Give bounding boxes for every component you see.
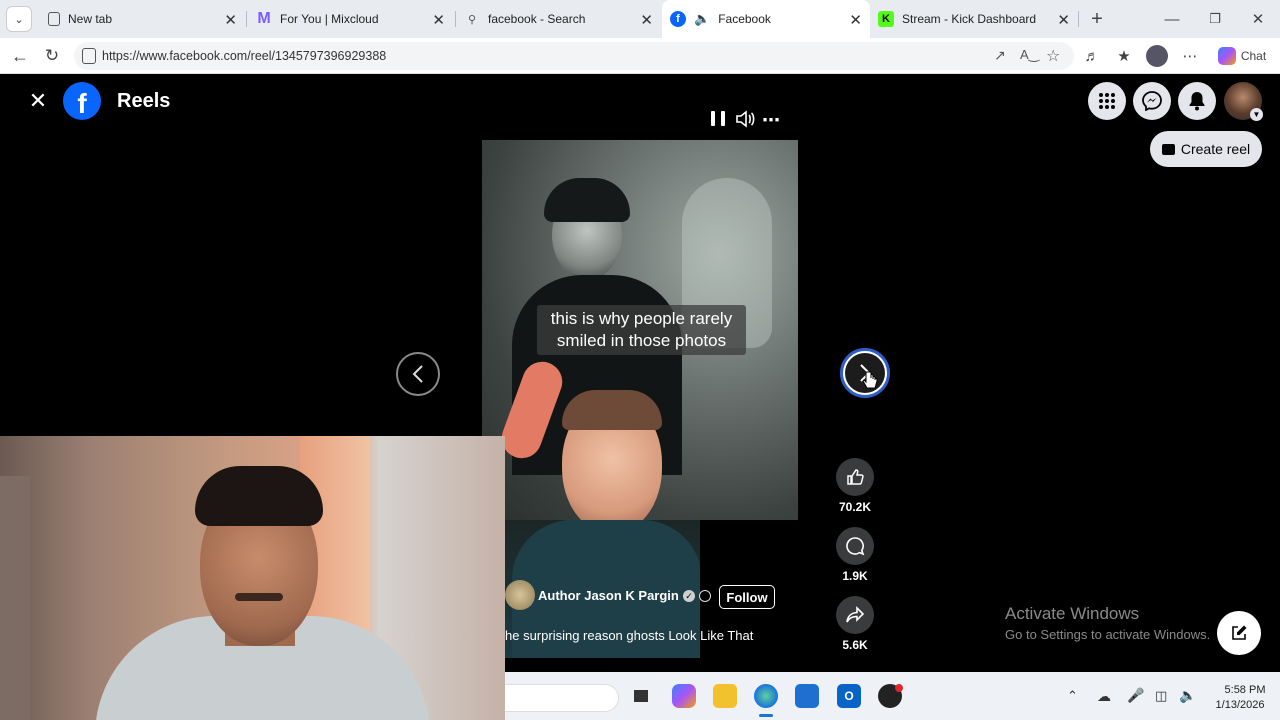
edge-active-indicator [759,714,773,717]
webcam-door [0,476,30,720]
like-count: 70.2K [838,500,872,514]
share-count: 5.6K [842,638,868,652]
microsoft-store-icon[interactable] [795,684,819,708]
tab-actions-icon[interactable]: ⌄ [6,6,32,32]
back-icon[interactable]: ← [8,44,32,68]
tab-label: Stream - Kick Dashboard [902,12,1037,26]
refresh-icon[interactable]: ↻ [40,44,64,68]
new-message-button[interactable] [1217,611,1261,655]
public-globe-icon [699,590,711,602]
recording-dot-icon [895,684,903,692]
show-hidden-icons[interactable]: ⌃ [1067,688,1078,704]
close-tab-icon[interactable]: ✕ [432,11,445,29]
webcam-person-hair [195,466,323,526]
author-avatar[interactable] [505,580,535,610]
tab-bar: ⌄ New tab ✕ M For You | Mixcloud ✕ ⚲ fac… [0,0,1280,38]
copilot-taskbar-icon[interactable] [672,684,696,708]
more-menu-icon[interactable]: ⋯ [1178,44,1202,68]
close-tab-icon[interactable]: ✕ [640,11,653,29]
account-chevron-icon[interactable]: ▼ [1250,108,1263,121]
network-icon[interactable]: ◫ [1155,688,1167,704]
video-more-icon[interactable]: ⋯ [762,110,780,131]
comment-count: 1.9K [842,569,868,583]
tab-new-tab[interactable]: New tab ✕ [40,4,245,34]
close-tab-icon[interactable]: ✕ [1057,11,1070,29]
close-tab-icon[interactable]: ✕ [849,11,862,29]
caption-line-2: smiled in those photos [556,331,727,350]
comment-button[interactable] [836,527,874,565]
like-button[interactable] [836,458,874,496]
profile-avatar[interactable] [1146,45,1168,67]
verified-badge-icon: ✓ [683,590,695,602]
edge-browser-icon[interactable] [754,684,778,708]
close-tab-icon[interactable]: ✕ [224,11,237,29]
taskbar-search-box[interactable] [505,684,619,712]
microphone-icon[interactable]: 🎤 [1127,687,1144,704]
tab-facebook[interactable]: f 🔈 Facebook ✕ [662,0,870,38]
webcam-person-mustache [235,593,283,601]
tab-label: For You | Mixcloud [280,12,379,26]
author-name[interactable]: Author Jason K Pargin [538,588,679,603]
create-reel-label: Create reel [1180,141,1251,157]
tab-label: facebook - Search [488,12,586,26]
reel-description: he surprising reason ghosts Look Like Th… [505,628,754,643]
task-view-icon[interactable] [629,684,653,708]
copilot-icon [1217,47,1236,65]
mouse-cursor-icon [862,370,878,395]
read-aloud-icon[interactable]: A‿ [1020,47,1039,63]
mixcloud-icon: M [257,10,271,27]
onedrive-icon[interactable]: ☁ [1097,688,1111,705]
previous-reel-button[interactable] [396,352,440,396]
menu-grid-icon[interactable] [1088,82,1126,120]
share-button[interactable] [836,596,874,634]
tab-mixcloud[interactable]: M For You | Mixcloud ✕ [248,4,453,34]
extensions-icon[interactable]: ♬ [1080,44,1104,68]
file-explorer-icon[interactable] [713,684,737,708]
favorite-star-icon[interactable]: ☆ [1046,46,1060,66]
url-field[interactable]: https://www.facebook.com/reel/1345797396… [74,42,1074,70]
close-reels-icon[interactable]: ✕ [26,88,50,113]
new-tab-icon[interactable]: + [1085,6,1109,32]
caption-line-1: this is why people rarely [550,309,733,328]
webcam-overlay [0,436,505,720]
copilot-chat-button[interactable]: Chat [1212,44,1272,68]
camera-icon [1161,143,1175,155]
open-in-app-icon[interactable]: ↗ [994,47,1006,64]
messenger-icon[interactable] [1133,82,1171,120]
volume-icon[interactable] [735,110,755,133]
speaker-icon[interactable]: 🔈 [1179,687,1196,704]
clock-time[interactable]: 5:58 PM [1217,684,1273,696]
tab-kick-dashboard[interactable]: K Stream - Kick Dashboard ✕ [870,4,1078,34]
pause-icon[interactable] [711,111,725,127]
outlook-icon[interactable]: O [837,684,861,708]
url-text: https://www.facebook.com/reel/1345797396… [102,49,387,63]
notifications-bell-icon[interactable] [1178,82,1216,120]
minimize-icon[interactable]: — [1160,6,1184,32]
search-icon: ⚲ [467,13,477,26]
close-window-icon[interactable]: ✕ [1246,6,1270,32]
activate-windows-title: Activate Windows [1005,604,1140,623]
tab-facebook-search[interactable]: ⚲ facebook - Search ✕ [456,4,661,34]
kick-icon: K [878,11,894,27]
clock-date[interactable]: 1/13/2026 [1207,699,1273,711]
create-reel-button[interactable]: Create reel [1150,131,1262,167]
audio-playing-icon: 🔈 [694,11,711,26]
follow-button[interactable]: Follow [719,585,775,609]
restore-icon[interactable]: ❐ [1203,6,1227,32]
favorites-icon[interactable]: ★ [1112,44,1136,68]
page-icon [48,12,60,26]
address-bar-row: ← ↻ https://www.facebook.com/reel/134579… [0,38,1280,74]
activate-windows-subtitle: Go to Settings to activate Windows. [1005,627,1211,642]
site-info-icon[interactable] [82,48,96,64]
tab-label: Facebook [718,12,771,26]
presenter-hair [562,390,662,430]
facebook-icon: f [670,11,686,27]
facebook-logo[interactable]: f [63,82,101,120]
chat-label: Chat [1240,49,1267,63]
windows-taskbar: O ⌃ ☁ 🎤 ◫ 🔈 5:58 PM 1/13/2026 [505,672,1280,720]
tab-label: New tab [68,12,113,26]
page-title: Reels [117,90,171,112]
